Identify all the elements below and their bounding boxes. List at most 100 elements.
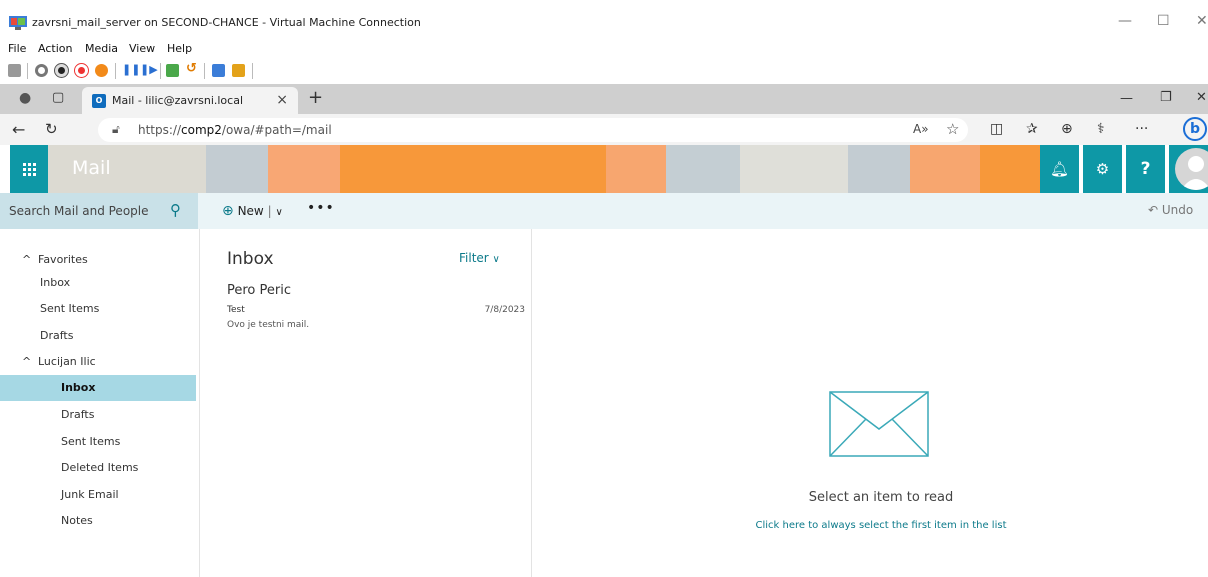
vm-menu-bar: File Action Media View Help xyxy=(0,40,1208,58)
vm-toolbar: ❚❚ ❚▶ ↺ xyxy=(0,60,1208,82)
list-item[interactable]: Pero Peric Test 7/8/2023 Ovo je testni m… xyxy=(200,281,531,337)
envelope-icon xyxy=(829,391,929,457)
header-stripe xyxy=(340,145,606,193)
extensions-icon[interactable]: ⚕ xyxy=(1097,121,1105,137)
browser-address-bar: ← ↻ 🔓︎ https://comp2/owa/#path=/mail A» … xyxy=(0,114,1208,145)
account-header[interactable]: ^ Lucijan Ilic xyxy=(0,349,196,375)
notifications-button[interactable]: 🔔︎ xyxy=(1040,145,1079,193)
new-tab-button[interactable]: + xyxy=(308,87,323,108)
header-stripe xyxy=(848,145,910,193)
resume-icon[interactable]: ❚▶ xyxy=(140,63,158,76)
menu-help[interactable]: Help xyxy=(167,42,192,55)
search-input[interactable]: Search Mail and People ⚲ xyxy=(0,193,198,229)
undo-icon: ↶ xyxy=(1148,203,1159,217)
header-stripe xyxy=(910,145,980,193)
account-name: Lucijan Ilic xyxy=(38,355,96,368)
header-stripe xyxy=(268,145,340,193)
refresh-icon[interactable]: ↻ xyxy=(45,120,58,138)
new-label: New xyxy=(237,204,264,218)
chevron-down-icon[interactable]: ∨ xyxy=(275,207,282,218)
split-screen-icon[interactable]: ◫ xyxy=(990,121,1003,137)
browser-tab-strip: ● ▢ O Mail - lilic@zavrsni.local × + — ❐… xyxy=(0,84,1208,114)
more-options-button[interactable]: ••• xyxy=(307,200,335,216)
shutdown-icon[interactable] xyxy=(75,64,88,77)
favorites-icon[interactable]: ✰ xyxy=(1026,121,1038,137)
browser-tab-active[interactable]: O Mail - lilic@zavrsni.local × xyxy=(82,87,298,114)
folder-item-notes[interactable]: Notes xyxy=(0,508,196,534)
favorite-item-sent[interactable]: Sent Items xyxy=(0,296,196,322)
menu-file[interactable]: File xyxy=(8,42,26,55)
menu-view[interactable]: View xyxy=(129,42,155,55)
undo-button[interactable]: ↶ Undo xyxy=(1148,203,1193,217)
folder-item-drafts[interactable]: Drafts xyxy=(0,402,196,428)
waffle-icon xyxy=(23,163,36,176)
question-icon: ? xyxy=(1140,159,1151,179)
message-sender: Pero Peric xyxy=(227,283,291,298)
search-icon[interactable]: ⚲ xyxy=(170,201,181,219)
vm-window-title: zavrsni_mail_server on SECOND-CHANCE - V… xyxy=(32,16,421,29)
folder-item-junk[interactable]: Junk Email xyxy=(0,482,196,508)
chevron-down-icon: ∨ xyxy=(492,254,500,265)
command-bar: Search Mail and People ⚲ ⊕ New | ∨ ••• ↶… xyxy=(0,193,1208,229)
folder-item-sent[interactable]: Sent Items xyxy=(0,429,196,455)
menu-action[interactable]: Action xyxy=(38,42,72,55)
folder-item-inbox[interactable]: Inbox xyxy=(0,375,196,401)
pause-icon[interactable]: ❚❚ xyxy=(122,63,140,76)
folder-pane: ^ Favorites Inbox Sent Items Drafts ^ Lu… xyxy=(0,229,198,577)
enhanced-session-icon[interactable] xyxy=(212,64,225,77)
settings-more-icon[interactable]: ··· xyxy=(1135,121,1148,137)
read-aloud-icon[interactable]: A» xyxy=(913,122,929,136)
share-icon[interactable] xyxy=(232,64,245,77)
message-preview: Ovo je testni mail. xyxy=(227,320,310,330)
ctrl-alt-del-icon[interactable] xyxy=(8,64,21,77)
maximize-icon[interactable]: ☐ xyxy=(1157,13,1170,29)
browser-restore-icon[interactable]: ❐ xyxy=(1160,90,1172,105)
header-stripe xyxy=(206,145,268,193)
menu-media[interactable]: Media xyxy=(85,42,118,55)
collections-icon[interactable]: ⊕ xyxy=(1061,121,1073,137)
checkpoint-icon[interactable] xyxy=(166,64,179,77)
close-icon[interactable]: ✕ xyxy=(1196,13,1208,29)
favorite-item-inbox[interactable]: Inbox xyxy=(0,270,196,296)
back-icon[interactable]: ← xyxy=(12,120,25,139)
header-stripe xyxy=(666,145,740,193)
select-first-item-link[interactable]: Click here to always select the first it… xyxy=(533,520,1208,531)
revert-icon[interactable]: ↺ xyxy=(186,61,197,76)
collapse-icon: ^ xyxy=(22,355,32,368)
favorite-star-icon[interactable]: ☆ xyxy=(946,120,959,138)
power-icon[interactable] xyxy=(95,64,108,77)
url-text: https://comp2/owa/#path=/mail xyxy=(138,123,332,137)
tab-actions-icon[interactable]: ▢ xyxy=(52,90,64,105)
message-date: 7/8/2023 xyxy=(484,305,525,315)
header-stripe xyxy=(980,145,1040,193)
browser-minimize-icon[interactable]: — xyxy=(1120,91,1133,106)
favorites-label: Favorites xyxy=(38,253,88,266)
help-button[interactable]: ? xyxy=(1126,145,1165,193)
favorite-item-drafts[interactable]: Drafts xyxy=(0,323,196,349)
app-name-tile: Mail xyxy=(48,145,206,193)
turn-off-icon[interactable] xyxy=(55,64,68,77)
lock-icon: 🔓︎ xyxy=(112,122,120,136)
url-field[interactable]: 🔓︎ https://comp2/owa/#path=/mail A» ☆ xyxy=(98,118,968,142)
browser-close-icon[interactable]: ✕ xyxy=(1196,90,1207,105)
app-launcher-button[interactable] xyxy=(10,145,48,193)
tab-title: Mail - lilic@zavrsni.local xyxy=(112,94,244,107)
app-name: Mail xyxy=(72,157,111,179)
profile-icon[interactable]: ● xyxy=(19,90,31,106)
folder-title: Inbox xyxy=(227,249,274,269)
header-stripe xyxy=(740,145,848,193)
folder-item-deleted[interactable]: Deleted Items xyxy=(0,455,196,481)
gear-icon: ⚙ xyxy=(1095,160,1110,178)
settings-button[interactable]: ⚙ xyxy=(1083,145,1122,193)
undo-label: Undo xyxy=(1161,203,1194,217)
message-subject: Test xyxy=(227,305,245,315)
new-mail-button[interactable]: ⊕ New | ∨ xyxy=(222,203,283,219)
tab-close-icon[interactable]: × xyxy=(276,92,288,108)
start-icon[interactable] xyxy=(35,64,48,77)
owa-header: Mail 🔔︎ ⚙ ? xyxy=(0,145,1208,193)
copilot-icon[interactable]: b xyxy=(1183,117,1207,141)
outlook-favicon-icon: O xyxy=(92,94,106,108)
filter-button[interactable]: Filter ∨ xyxy=(459,251,500,265)
minimize-icon[interactable]: — xyxy=(1118,13,1132,29)
vm-title-bar: zavrsni_mail_server on SECOND-CHANCE - V… xyxy=(0,0,1208,38)
